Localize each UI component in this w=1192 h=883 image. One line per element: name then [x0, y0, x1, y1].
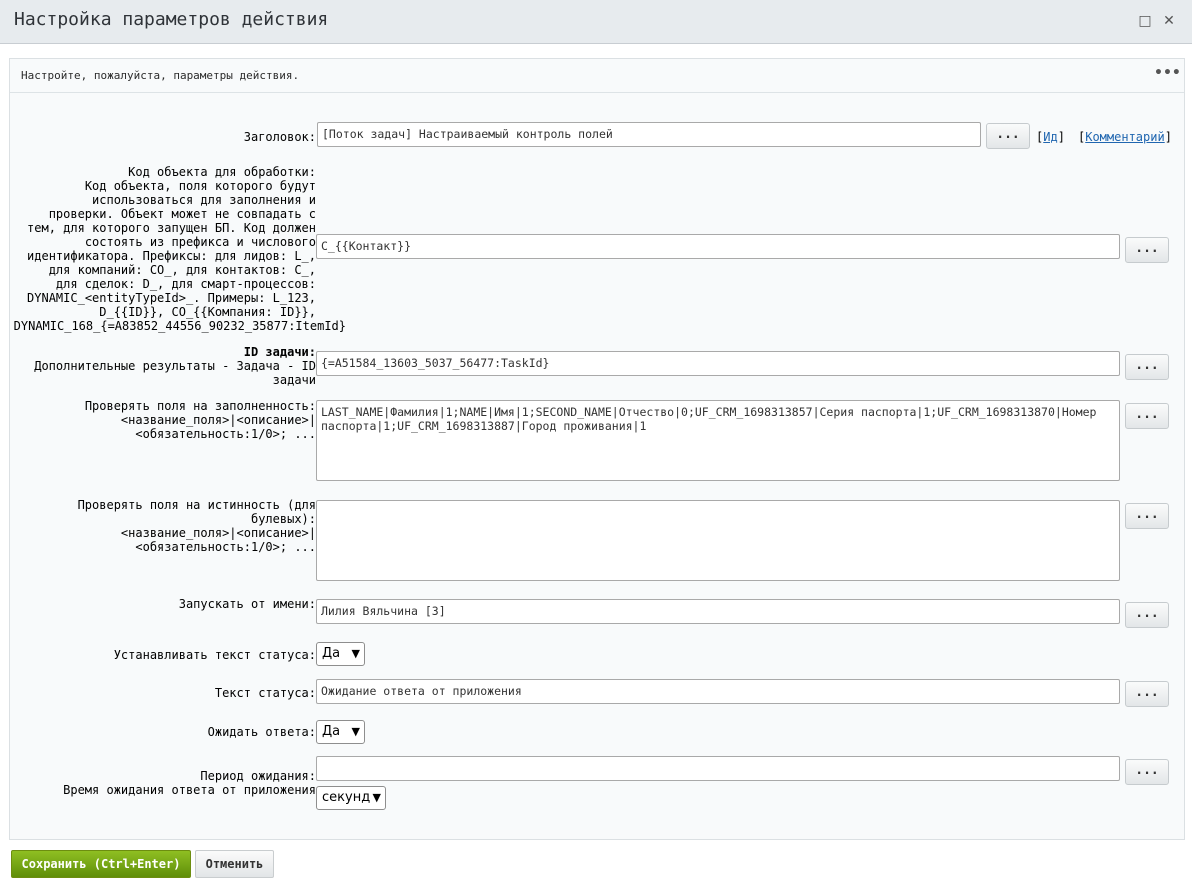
object-code-field[interactable]: C_{{Контакт}}	[316, 234, 1120, 259]
check-true-label-line: Проверять поля на истинность (для	[77, 498, 316, 512]
object-code-desc-example: DYNAMIC_168_{=A83852_44556_90232_35877:I…	[13, 319, 346, 333]
id-link-group: [Ид]	[1036, 130, 1065, 144]
object-code-label: Код объекта для обработки: Код объекта, …	[27, 165, 316, 319]
hint-bar: Настройте, пожалуйста, параметры действи…	[10, 59, 1184, 93]
check-filled-insert-button[interactable]: ...	[1125, 403, 1169, 429]
check-true-label-line: булевых):	[250, 512, 316, 526]
check-true-label-line: <обязательность:1/0>; ...	[135, 540, 316, 554]
comment-link[interactable]: Комментарий	[1085, 130, 1164, 144]
object-code-desc-line: D_{{ID}}, CO_{{Компания: ID}},	[99, 305, 316, 319]
run-as-field[interactable]: Лилия Вяльчина [3]	[316, 599, 1120, 624]
wait-period-insert-button[interactable]: ...	[1125, 759, 1169, 785]
chevron-down-icon: ▼	[351, 647, 360, 660]
status-text-insert-button[interactable]: ...	[1125, 681, 1169, 707]
task-id-insert-button[interactable]: ...	[1125, 354, 1169, 380]
check-true-label: Проверять поля на истинность (для булевы…	[78, 498, 316, 554]
check-filled-textarea[interactable]: LAST_NAME|Фамилия|1;NAME|Имя|1;SECOND_NA…	[316, 400, 1120, 481]
set-status-value: Да	[322, 646, 341, 661]
hint-text: Настройте, пожалуйста, параметры действи…	[21, 69, 300, 82]
status-text-field[interactable]: Ожидание ответа от приложения	[316, 679, 1120, 704]
wait-answer-select[interactable]: Да ▼	[316, 720, 365, 744]
title-label: Заголовок:	[243, 130, 316, 144]
comment-link-group: [Комментарий]	[1078, 130, 1172, 144]
check-filled-label-line: <обязательность:1/0>; ...	[135, 427, 316, 441]
run-as-insert-button[interactable]: ...	[1125, 602, 1169, 628]
check-filled-label-line: <название_поля>|<описание>|	[120, 413, 316, 427]
object-code-desc-line: Код объекта, поля которого будут	[84, 179, 316, 193]
wait-period-label: Период ожидания: Время ожидания ответа о…	[63, 769, 316, 797]
wait-period-desc: Время ожидания ответа от приложения	[63, 783, 316, 797]
id-link[interactable]: Ид	[1043, 130, 1057, 144]
task-id-desc-line: задачи	[272, 373, 316, 387]
title-insert-button[interactable]: ...	[986, 123, 1030, 149]
check-filled-label: Проверять поля на заполненность: <назван…	[85, 399, 316, 441]
wait-unit-select[interactable]: секунд ▼	[316, 786, 386, 810]
cancel-button[interactable]: Отменить	[195, 850, 274, 878]
object-code-insert-button[interactable]: ...	[1125, 237, 1169, 263]
object-code-label-title: Код объекта для обработки:	[128, 165, 316, 179]
check-true-insert-button[interactable]: ...	[1125, 503, 1169, 529]
more-menu-icon[interactable]: •••	[1154, 65, 1181, 83]
status-text-label: Текст статуса:	[214, 686, 316, 700]
save-button[interactable]: Сохранить (Ctrl+Enter)	[11, 850, 191, 878]
task-id-desc-line: Дополнительные результаты - Задача - ID	[34, 359, 316, 373]
dialog-titlebar: Настройка параметров действия □ ✕	[0, 0, 1192, 44]
object-code-desc-line: идентификатора. Префиксы: для лидов: L_,	[27, 249, 316, 263]
run-as-label: Запускать от имени:	[178, 597, 316, 611]
check-filled-label-line: Проверять поля на заполненность:	[84, 399, 316, 413]
set-status-select[interactable]: Да ▼	[316, 642, 365, 666]
object-code-desc-line: состоять из префикса и числового	[84, 235, 316, 249]
object-code-desc-line: для компаний: CO_, для контактов: C_,	[48, 263, 316, 277]
wait-period-field[interactable]	[316, 756, 1120, 781]
check-true-textarea[interactable]	[316, 500, 1120, 581]
object-code-desc-line: тем, для которого запущен БП. Код должен	[27, 221, 316, 235]
wait-period-label-title: Период ожидания:	[200, 769, 316, 783]
object-code-desc-line: проверки. Объект может не совпадать с	[48, 207, 316, 221]
set-status-label: Устанавливать текст статуса:	[113, 648, 316, 662]
close-icon[interactable]: ✕	[1161, 12, 1177, 30]
task-id-field[interactable]: {=A51584_13603_5037_56477:TaskId}	[316, 351, 1120, 376]
object-code-desc-line: использоваться для заполнения и	[92, 193, 316, 207]
chevron-down-icon: ▼	[372, 791, 381, 804]
task-id-label-title: ID задачи:	[243, 345, 316, 359]
chevron-down-icon: ▼	[351, 725, 360, 738]
object-code-desc-line: DYNAMIC_<entityTypeId>_. Примеры: L_123,	[27, 291, 316, 305]
wait-unit-value: секунд	[322, 790, 371, 805]
dialog-title: Настройка параметров действия	[14, 9, 329, 30]
wait-answer-label: Ожидать ответа:	[207, 725, 316, 739]
task-id-label: ID задачи: Дополнительные результаты - З…	[34, 345, 316, 387]
wait-answer-value: Да	[322, 724, 341, 739]
maximize-icon[interactable]: □	[1137, 12, 1153, 30]
object-code-desc-line: для сделок: D_, для смарт-процессов:	[55, 277, 316, 291]
check-true-label-line: <название_поля>|<описание>|	[120, 526, 316, 540]
title-field[interactable]: [Поток задач] Настраиваемый контроль пол…	[317, 122, 981, 147]
